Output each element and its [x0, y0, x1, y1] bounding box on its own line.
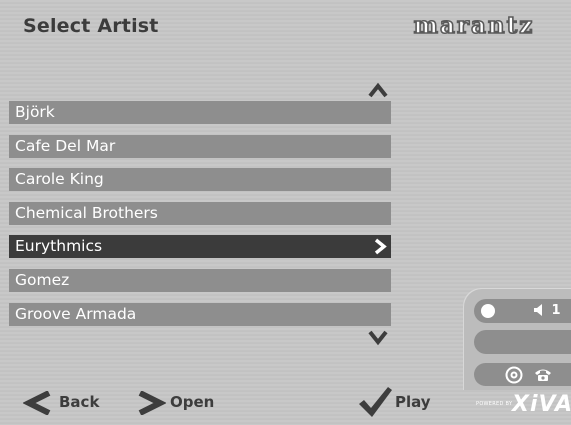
- open-label: Open: [170, 393, 215, 411]
- speaker-icon: [534, 304, 542, 316]
- status-pill-empty: [474, 330, 571, 354]
- list-item-selected[interactable]: Eurythmics: [9, 235, 391, 259]
- screen: Select Artist marantz Björk Cafe Del Mar…: [0, 0, 571, 425]
- brand-logo: marantz: [383, 11, 565, 40]
- list-item[interactable]: Cafe Del Mar: [9, 134, 391, 158]
- cd-icon: [505, 366, 523, 384]
- back-arrow-icon: [23, 391, 51, 415]
- list-item[interactable]: Gomez: [9, 268, 391, 292]
- back-label: Back: [59, 393, 100, 411]
- list-item[interactable]: Groove Armada: [9, 302, 391, 326]
- scroll-down-button[interactable]: [367, 330, 389, 346]
- selection-arrow-icon: [374, 239, 387, 255]
- volume-indicator: 1: [533, 302, 561, 320]
- page-title: Select Artist: [23, 15, 159, 37]
- artist-list: Björk Cafe Del Mar Carole King Chemical …: [9, 101, 391, 336]
- svg-text:marantz: marantz: [414, 13, 535, 39]
- scroll-down-icon: [368, 330, 388, 346]
- open-arrow-icon: [138, 391, 166, 415]
- play-button[interactable]: Play: [357, 386, 437, 418]
- scroll-up-button[interactable]: [367, 82, 389, 98]
- back-button[interactable]: Back: [23, 391, 103, 415]
- scroll-up-icon: [368, 82, 388, 98]
- checkmark-icon: [359, 387, 392, 417]
- volume-value: 1: [551, 303, 561, 318]
- open-button[interactable]: Open: [136, 391, 216, 415]
- list-item[interactable]: Chemical Brothers: [9, 201, 391, 225]
- status-indicator-dot: [481, 304, 495, 318]
- list-item[interactable]: Björk: [9, 101, 391, 124]
- phone-icon: [535, 369, 551, 381]
- list-item[interactable]: Carole King: [9, 168, 391, 192]
- play-label: Play: [395, 393, 431, 411]
